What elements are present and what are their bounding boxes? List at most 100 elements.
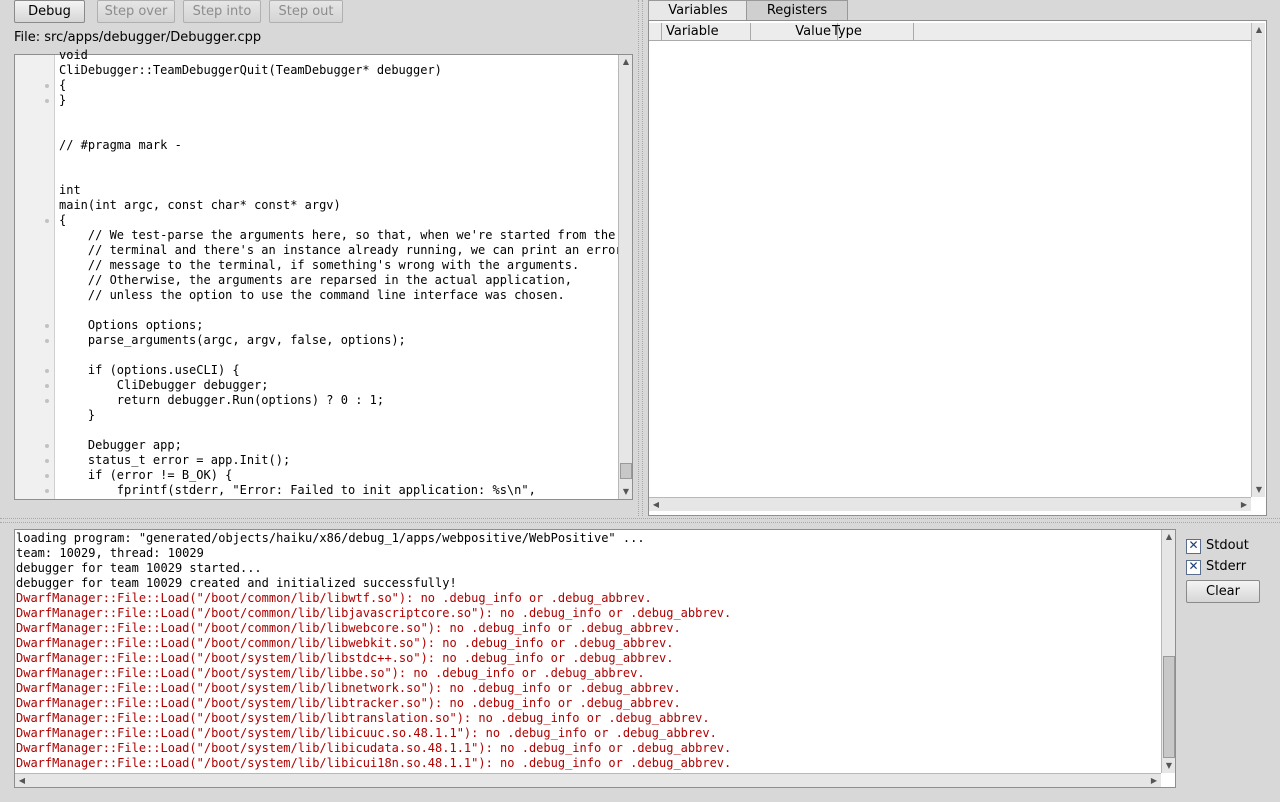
source-line: int [15,183,618,198]
scroll-up-arrow-icon[interactable]: ▲ [1252,23,1266,37]
source-line [15,303,618,318]
scroll-up-arrow-icon[interactable]: ▲ [619,55,633,69]
stderr-check-icon[interactable]: ✕ [1186,559,1201,575]
source-line: fprintf(stderr, "Error: Failed to init a… [15,483,618,498]
source-line-text: main(int argc, const char* const* argv) [59,198,341,212]
step-into-button[interactable]: Step into [183,0,261,23]
console-error-line: DwarfManager::File::Load("/boot/system/l… [16,666,645,680]
breakpoint-marker-icon[interactable] [45,369,49,373]
console-output[interactable]: loading program: "generated/objects/haik… [14,529,1176,788]
console-error-line: DwarfManager::File::Load("/boot/system/l… [16,711,710,725]
console-error-line: DwarfManager::File::Load("/boot/system/l… [16,741,732,755]
source-line-text: strerror(error)); [59,498,269,499]
stdout-checkbox[interactable]: ✕ Stdout [1186,538,1271,555]
tab-variables[interactable]: Variables [648,0,748,20]
source-line: { [15,213,618,228]
variables-vertical-scrollbar[interactable]: ▲ ▼ [1251,23,1265,497]
source-line: parse_arguments(argc, argv, false, optio… [15,333,618,348]
source-scroll-thumb[interactable] [620,463,632,479]
vertical-splitter[interactable] [638,0,643,516]
source-line [15,108,618,123]
scroll-up-arrow-icon[interactable]: ▲ [1162,530,1176,544]
scroll-left-arrow-icon[interactable]: ◀ [15,774,29,788]
scroll-left-arrow-icon[interactable]: ◀ [649,498,663,512]
breakpoint-marker-icon[interactable] [45,219,49,223]
source-line-text: // #pragma mark - [59,138,182,152]
stderr-label: Stderr [1206,559,1247,574]
source-line: if (error != B_OK) { [15,468,618,483]
scroll-right-arrow-icon[interactable]: ▶ [1147,774,1161,788]
source-line [15,123,618,138]
source-line: { [15,78,618,93]
source-view[interactable]: void CliDebugger::TeamDebuggerQuit(TeamDe… [14,48,633,500]
file-path-label: File: src/apps/debugger/Debugger.cpp [14,30,262,45]
breakpoint-marker-icon[interactable] [45,84,49,88]
column-value[interactable]: Value [747,23,838,40]
breakpoint-marker-icon[interactable] [45,459,49,463]
column-variable[interactable]: Variable [662,23,751,40]
breakpoint-marker-icon[interactable] [45,489,49,493]
source-line-text: Options options; [59,318,204,332]
source-line-text: // Otherwise, the arguments are reparsed… [59,273,572,287]
breakpoint-marker-icon[interactable] [45,324,49,328]
source-line [15,153,618,168]
source-line-text: return debugger.Run(options) ? 0 : 1; [59,393,385,407]
scroll-down-arrow-icon[interactable]: ▼ [1162,759,1176,773]
source-line-text: fprintf(stderr, "Error: Failed to init a… [59,483,536,497]
breakpoint-marker-icon[interactable] [45,99,49,103]
console-error-line: DwarfManager::File::Load("/boot/system/l… [16,726,717,740]
column-type[interactable]: Type [828,23,914,40]
console-line: debugger for team 10029 created and init… [16,576,457,590]
source-line-text: parse_arguments(argc, argv, false, optio… [59,333,406,347]
source-line-text: Debugger app; [59,438,182,452]
console-error-line: DwarfManager::File::Load("/boot/common/l… [16,606,732,620]
variables-horizontal-scrollbar[interactable]: ◀ ▶ [649,497,1251,511]
source-code: void CliDebugger::TeamDebuggerQuit(TeamDe… [15,48,618,499]
scroll-down-arrow-icon[interactable]: ▼ [1252,483,1266,497]
stdout-label: Stdout [1206,538,1249,553]
source-line [15,348,618,363]
breakpoint-marker-icon[interactable] [45,384,49,388]
source-line: Debugger app; [15,438,618,453]
source-line: // unless the option to use the command … [15,288,618,303]
variables-panel: Variable Value Type ▲ ▼ ◀ ▶ [648,20,1267,516]
source-line-text: // message to the terminal, if something… [59,258,580,272]
source-line-text: if (error != B_OK) { [59,468,233,482]
horizontal-splitter[interactable] [0,518,1280,523]
stderr-checkbox[interactable]: ✕ Stderr [1186,559,1271,576]
source-line-text: status_t error = app.Init(); [59,453,291,467]
source-line [15,423,618,438]
source-line-text: } [59,408,96,422]
scroll-right-arrow-icon[interactable]: ▶ [1237,498,1251,512]
step-over-button[interactable]: Step over [97,0,175,23]
source-line: // Otherwise, the arguments are reparsed… [15,273,618,288]
console-error-line: DwarfManager::File::Load("/boot/common/l… [16,636,674,650]
source-line: // #pragma mark - [15,138,618,153]
breakpoint-marker-icon[interactable] [45,444,49,448]
scroll-down-arrow-icon[interactable]: ▼ [619,485,633,499]
breakpoint-marker-icon[interactable] [45,474,49,478]
variables-header: Variable Value Type [649,23,1253,41]
console-scroll-thumb[interactable] [1163,656,1175,758]
source-line-text: // We test-parse the arguments here, so … [59,228,616,242]
console-horizontal-scrollbar[interactable]: ◀ ▶ [15,773,1161,787]
source-line: // terminal and there's an instance alre… [15,243,618,258]
clear-button[interactable]: Clear [1186,580,1260,603]
source-line: if (options.useCLI) { [15,363,618,378]
breakpoint-marker-icon[interactable] [45,339,49,343]
source-line-text: // terminal and there's an instance alre… [59,243,618,257]
source-line-text: // unless the option to use the command … [59,288,565,302]
source-line-text: CliDebugger::TeamDebuggerQuit(TeamDebugg… [59,63,442,77]
source-line: Options options; [15,318,618,333]
console-error-line: DwarfManager::File::Load("/boot/system/l… [16,651,674,665]
source-vertical-scrollbar[interactable]: ▲ ▼ [618,55,632,499]
step-out-button[interactable]: Step out [269,0,343,23]
source-line-text: CliDebugger debugger; [59,378,269,392]
tab-registers[interactable]: Registers [746,0,848,20]
breakpoint-marker-icon[interactable] [45,399,49,403]
console-vertical-scrollbar[interactable]: ▲ ▼ [1161,530,1175,773]
debug-button[interactable]: Debug [14,0,85,23]
source-line: void [15,48,618,63]
source-line: CliDebugger::TeamDebuggerQuit(TeamDebugg… [15,63,618,78]
stdout-check-icon[interactable]: ✕ [1186,538,1201,554]
